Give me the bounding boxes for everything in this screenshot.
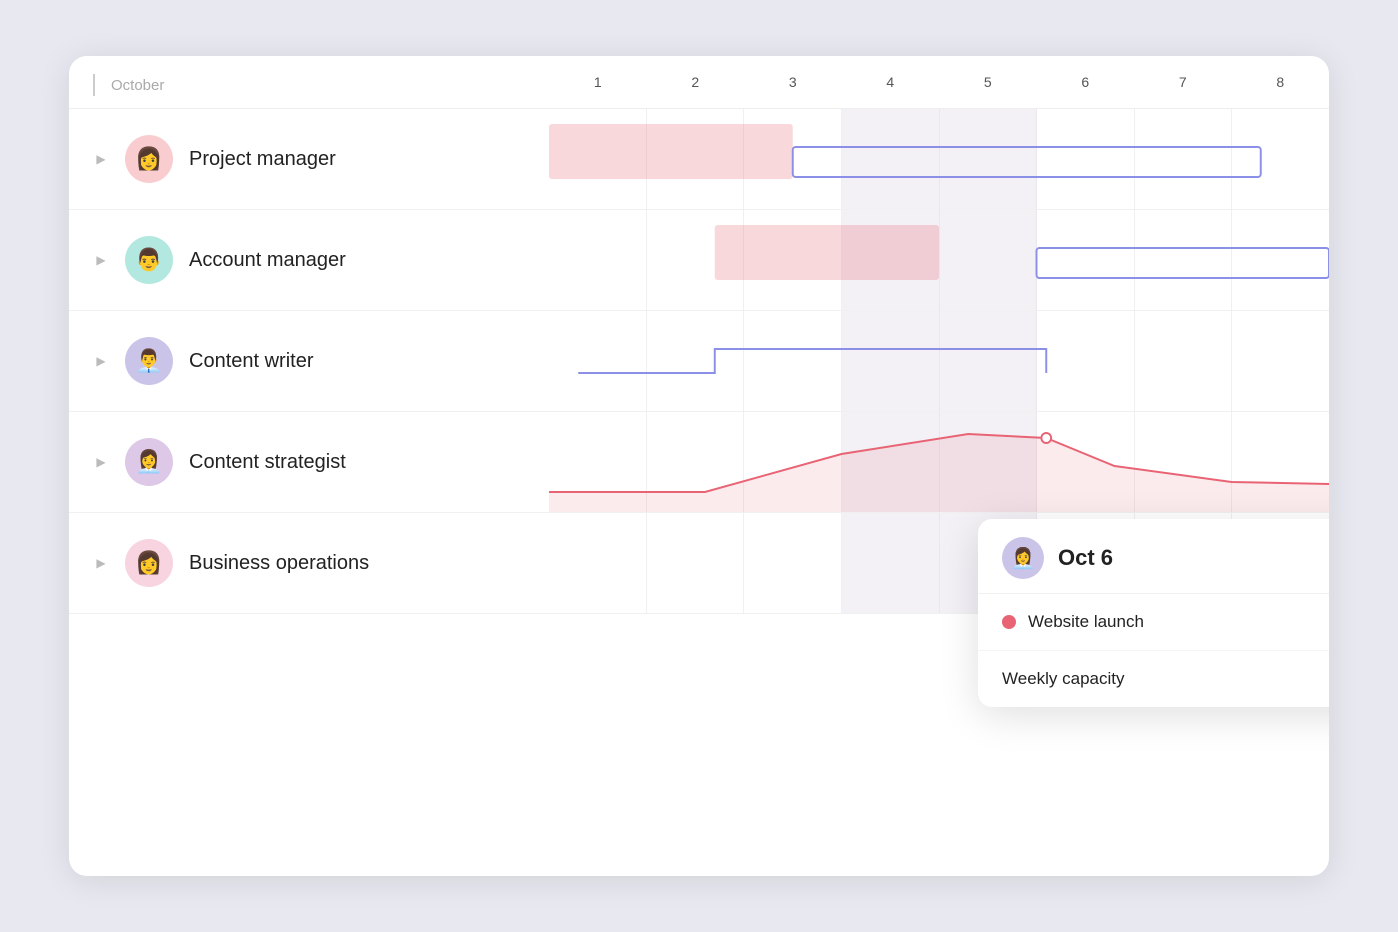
day-header-7: 7 — [1134, 74, 1232, 96]
chart-svg-content-writer — [549, 311, 1329, 411]
gantt-row-project-manager: ▶ 👩 Project manager — [69, 109, 1329, 210]
expand-arrow-content-writer[interactable]: ▶ — [93, 354, 109, 368]
day-header-3: 3 — [744, 74, 842, 96]
month-label: October — [93, 74, 164, 96]
month-text: October — [111, 77, 164, 94]
tooltip: 👩‍💼Oct 6#Estimated timeWebsite launch30h… — [978, 519, 1329, 707]
tooltip-row-label-0: Website launch — [1028, 612, 1144, 632]
tooltip-row-left-0: Website launch — [1002, 612, 1144, 632]
tooltip-header: 👩‍💼Oct 6#Estimated time — [978, 519, 1329, 594]
day-header-5: 5 — [939, 74, 1037, 96]
expand-arrow-content-strategist[interactable]: ▶ — [93, 455, 109, 469]
expand-arrow-project-manager[interactable]: ▶ — [93, 152, 109, 166]
row-name-content-writer: Content writer — [189, 350, 314, 373]
grid-area-project-manager — [549, 109, 1329, 209]
gantt-row-content-strategist: ▶ 👩‍💼 Content strategist 👩‍💼Oct 6#Estimated… — [69, 412, 1329, 513]
row-label-project-manager: ▶ 👩 Project manager — [69, 109, 549, 209]
main-card: October 12345678 ▶ 👩 Project manager ▶ 👨 Acco… — [69, 56, 1329, 876]
avatar-business-operations: 👩 — [125, 539, 173, 587]
grid-area-account-manager — [549, 210, 1329, 310]
gantt-row-content-writer: ▶ 👨‍💼 Content writer — [69, 311, 1329, 412]
row-label-business-operations: ▶ 👩 Business operations — [69, 513, 549, 613]
chart-svg-project-manager — [549, 109, 1329, 209]
avatar-account-manager: 👨 — [125, 236, 173, 284]
row-label-account-manager: ▶ 👨 Account manager — [69, 210, 549, 310]
row-name-project-manager: Project manager — [189, 148, 336, 171]
tooltip-left: 👩‍💼 Oct 6 — [1002, 537, 1113, 579]
tooltip-row-left-1: Weekly capacity — [1002, 669, 1125, 689]
gantt-body: ▶ 👩 Project manager ▶ 👨 Account manager ▶ 👨‍💼 Co… — [69, 109, 1329, 876]
row-name-content-strategist: Content strategist — [189, 451, 346, 474]
avatar-project-manager: 👩 — [125, 135, 173, 183]
header-row: October 12345678 — [69, 56, 1329, 109]
tooltip-row-0: Website launch30h 20m — [978, 594, 1329, 651]
tooltip-dot-0 — [1002, 615, 1016, 629]
avatar-content-strategist: 👩‍💼 — [125, 438, 173, 486]
day-header-4: 4 — [842, 74, 940, 96]
label-area-header: October — [69, 56, 549, 108]
grid-area-content-writer — [549, 311, 1329, 411]
avatar-content-writer: 👨‍💼 — [125, 337, 173, 385]
row-name-account-manager: Account manager — [189, 249, 346, 272]
tooltip-date: Oct 6 — [1058, 545, 1113, 571]
day-header-8: 8 — [1232, 74, 1330, 96]
day-header-2: 2 — [647, 74, 745, 96]
day-header-6: 6 — [1037, 74, 1135, 96]
chart-svg-content-strategist — [549, 412, 1329, 512]
month-divider — [93, 74, 95, 96]
tooltip-row-1: Weekly capacity40h 00m — [978, 651, 1329, 707]
grid-area-content-strategist: 👩‍💼Oct 6#Estimated timeWebsite launch30h… — [549, 412, 1329, 512]
chart-svg-account-manager — [549, 210, 1329, 310]
row-label-content-writer: ▶ 👨‍💼 Content writer — [69, 311, 549, 411]
row-name-business-operations: Business operations — [189, 552, 369, 575]
expand-arrow-account-manager[interactable]: ▶ — [93, 253, 109, 267]
gantt-row-account-manager: ▶ 👨 Account manager — [69, 210, 1329, 311]
expand-arrow-business-operations[interactable]: ▶ — [93, 556, 109, 570]
day-header-1: 1 — [549, 74, 647, 96]
tooltip-avatar: 👩‍💼 — [1002, 537, 1044, 579]
row-label-content-strategist: ▶ 👩‍💼 Content strategist — [69, 412, 549, 512]
grid-header: 12345678 — [549, 56, 1329, 108]
tooltip-row-label-1: Weekly capacity — [1002, 669, 1125, 689]
